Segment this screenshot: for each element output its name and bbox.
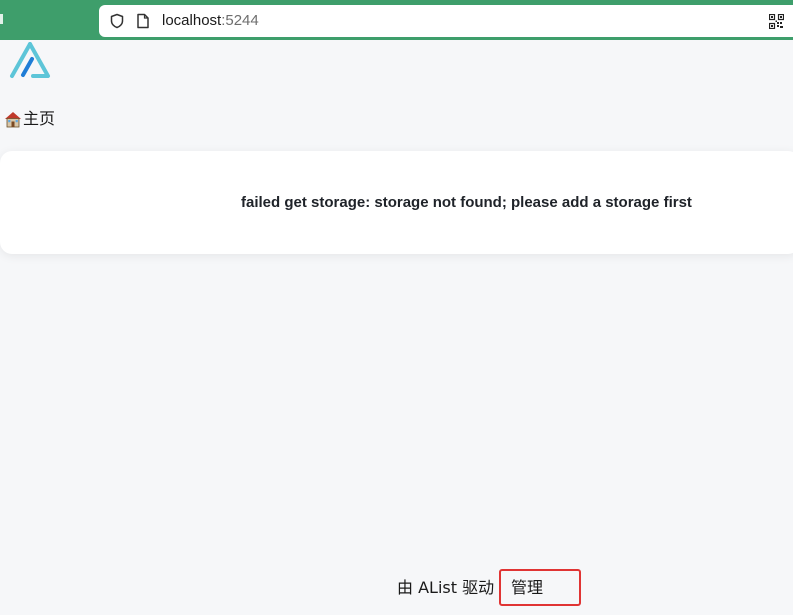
error-message: failed get storage: storage not found; p…: [241, 194, 692, 211]
alist-logo[interactable]: [9, 42, 51, 80]
qr-code-icon[interactable]: [769, 14, 784, 29]
toolbar-edge-mark: [0, 14, 3, 24]
browser-toolbar: localhost:5244: [0, 0, 793, 40]
highlight-annotation: [499, 569, 581, 606]
url-text[interactable]: localhost:5244: [162, 12, 259, 30]
shield-icon[interactable]: [109, 13, 125, 29]
address-bar[interactable]: localhost:5244: [99, 5, 793, 37]
url-port: :5244: [221, 12, 259, 29]
breadcrumb-home[interactable]: 主页: [4, 109, 55, 129]
url-host: localhost: [162, 12, 222, 29]
home-label: 主页: [23, 109, 56, 128]
house-icon: [5, 112, 21, 128]
content-card: failed get storage: storage not found; p…: [0, 151, 793, 254]
page-icon[interactable]: [136, 13, 150, 29]
powered-by-text: 由 AList 驱动: [397, 578, 495, 597]
